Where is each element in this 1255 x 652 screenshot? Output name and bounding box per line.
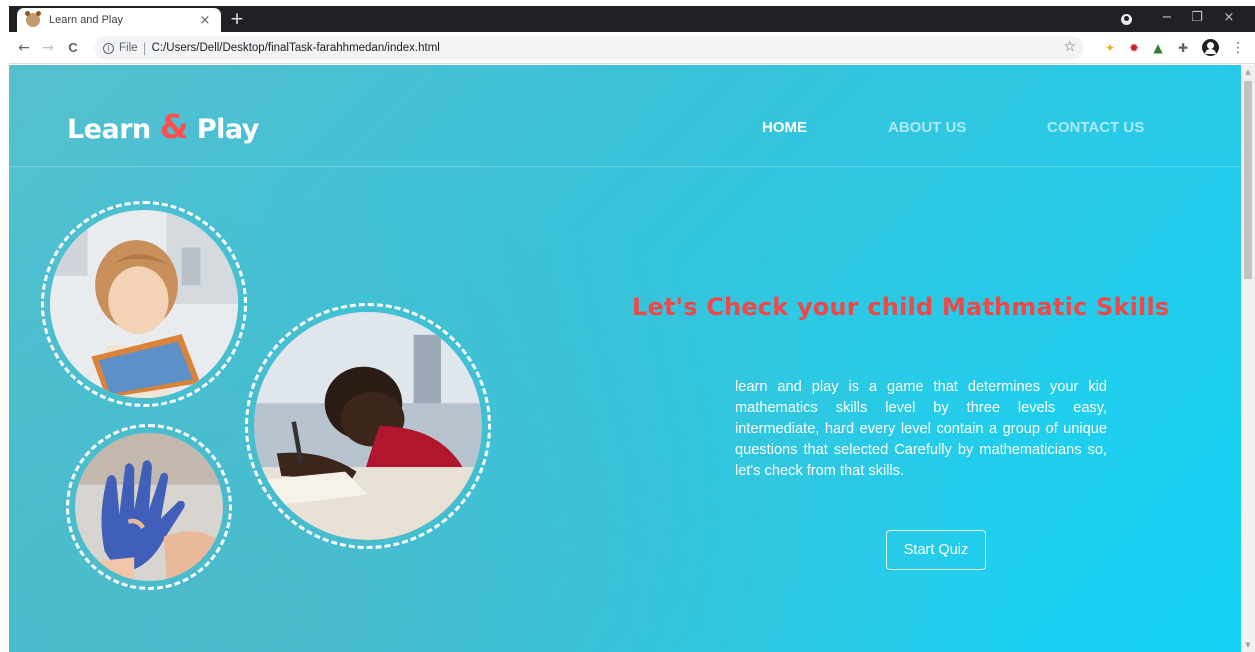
site-logo[interactable]: Learn & Play <box>67 107 259 146</box>
nav-about-us[interactable]: ABOUT US <box>888 119 966 136</box>
tab-title: Learn and Play <box>49 14 123 26</box>
logo-text-play: Play <box>187 114 260 145</box>
bookmark-star-icon[interactable]: ☆ <box>1063 39 1076 55</box>
back-button[interactable]: ← <box>15 39 33 57</box>
extension-colorful-icon[interactable]: ✦ <box>1102 40 1118 56</box>
browser-tab[interactable]: Learn and Play × <box>17 8 221 32</box>
restore-button[interactable]: ❐ <box>1181 6 1213 32</box>
page-scrollbar[interactable]: ▲ ▼ <box>1241 65 1255 652</box>
scrollbar-thumb[interactable] <box>1244 81 1252 279</box>
close-window-button[interactable]: × <box>1213 6 1245 32</box>
bear-favicon-icon <box>25 11 41 27</box>
scroll-down-arrow-icon[interactable]: ▼ <box>1244 641 1252 649</box>
profile-avatar-icon[interactable] <box>1202 39 1219 56</box>
start-quiz-button[interactable]: Start Quiz <box>886 530 986 570</box>
photo-girl-reading-image <box>50 210 238 398</box>
photo-painted-hand <box>66 424 232 590</box>
nav-contact-us[interactable]: CONTACT US <box>1047 119 1144 136</box>
logo-text-learn: Learn <box>67 114 160 145</box>
browser-menu-icon[interactable]: ⋮ <box>1231 39 1245 57</box>
photo-boy-drawing <box>245 303 491 549</box>
logo-ampersand: & <box>159 107 189 146</box>
tab-strip: Learn and Play × + − ❐ × <box>9 6 1255 32</box>
reload-button[interactable]: C <box>64 39 82 57</box>
tab-close-icon[interactable]: × <box>197 13 213 28</box>
page-viewport: Learn & Play HOME ABOUT US CONTACT US Le… <box>9 65 1241 652</box>
photo-boy-drawing-image <box>254 312 482 540</box>
address-bar[interactable]: i File | C:/Users/Dell/Desktop/finalTask… <box>94 36 1084 60</box>
browser-window: Learn and Play × + − ❐ × ← → C i File | … <box>9 6 1255 652</box>
browser-toolbar: ← → C i File | C:/Users/Dell/Desktop/fin… <box>9 32 1255 64</box>
hero-headline: Let's Check your child Mathmatic Skills <box>632 293 1170 321</box>
file-label: File <box>119 42 138 54</box>
extension-turtle-icon[interactable]: ▲ <box>1150 40 1166 56</box>
photo-girl-reading <box>41 201 247 407</box>
photo-painted-hand-image <box>75 433 223 581</box>
url-separator: | <box>142 41 147 55</box>
new-tab-button[interactable]: + <box>227 9 247 29</box>
forward-button[interactable]: → <box>39 39 57 57</box>
url-text[interactable]: C:/Users/Dell/Desktop/finalTask-farahhme… <box>152 42 440 54</box>
extensions-puzzle-icon[interactable]: ✚ <box>1175 40 1191 56</box>
hero-description: learn and play is a game that determines… <box>735 379 1107 479</box>
scroll-up-arrow-icon[interactable]: ▲ <box>1244 68 1252 76</box>
profile-indicator-icon[interactable] <box>1121 14 1132 25</box>
nav-home[interactable]: HOME <box>762 119 807 136</box>
header-divider <box>9 166 1241 167</box>
minimize-button[interactable]: − <box>1151 6 1183 32</box>
info-icon[interactable]: i <box>103 42 114 54</box>
extension-bug-icon[interactable]: ✹ <box>1126 40 1142 56</box>
